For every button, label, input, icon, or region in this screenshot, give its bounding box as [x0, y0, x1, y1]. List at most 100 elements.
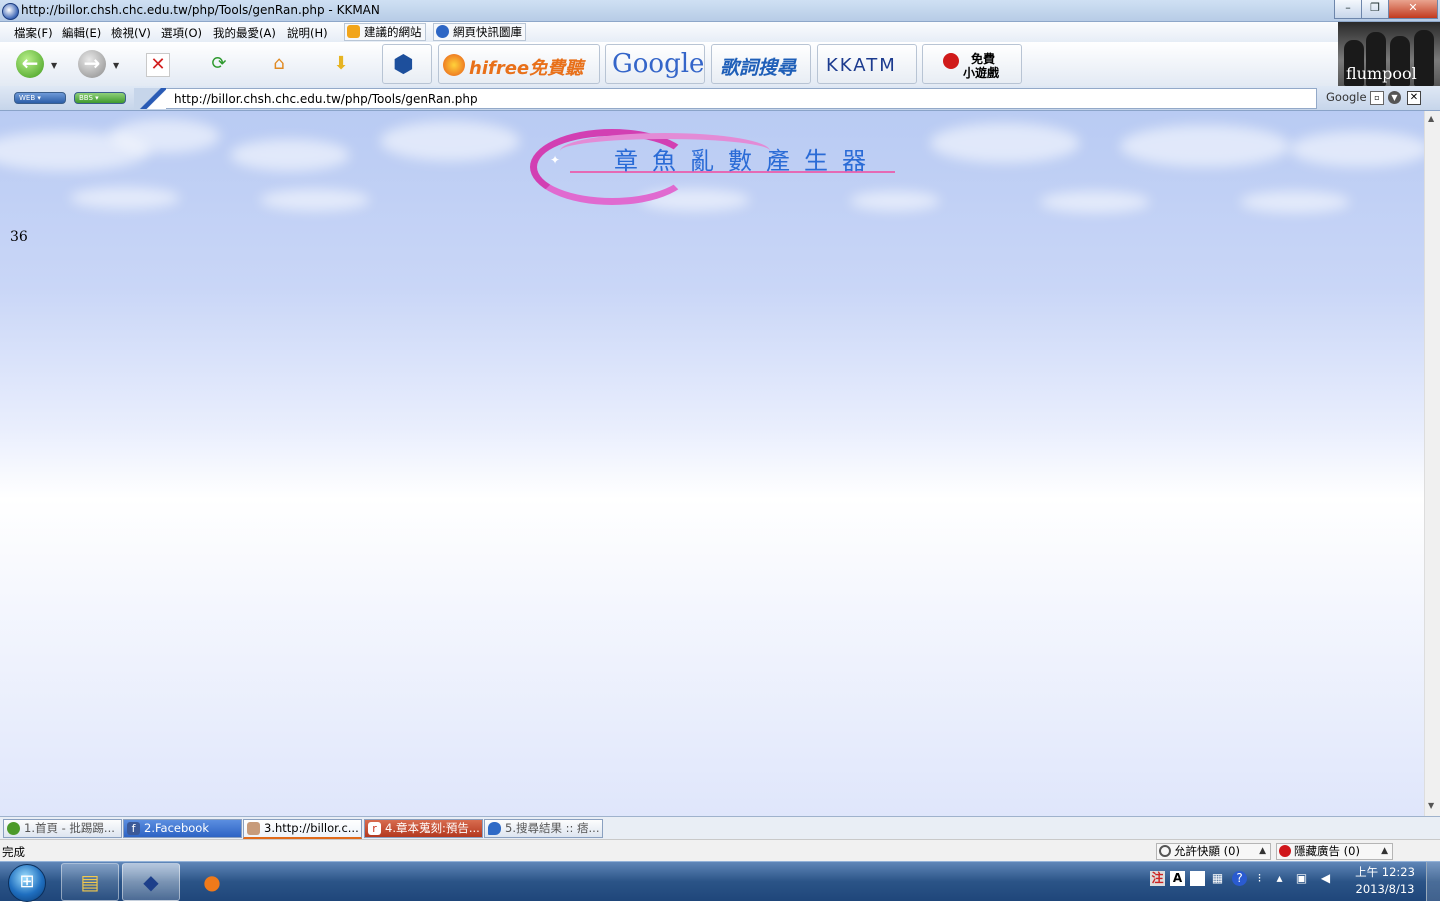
popup-blocker-label: 允許快顯 (0): [1174, 844, 1240, 858]
show-desktop-button[interactable]: [1426, 862, 1440, 901]
close-button[interactable]: ✕: [1388, 0, 1438, 19]
web-slice-gallery-link[interactable]: 網頁快訊圖庫: [433, 23, 526, 41]
suggested-sites-link[interactable]: 建議的網站: [344, 23, 426, 41]
scroll-down-icon[interactable]: ▼: [1428, 801, 1434, 810]
menu-bar: 檔案(F) 編輯(E) 檢視(V) 選項(O) 我的最愛(A) 說明(H) 建議…: [0, 22, 1338, 42]
tab-5[interactable]: 5.搜尋結果 :: 痞...: [484, 819, 603, 838]
toolbar: ← ▼ → ▼ ✕ ⟳ ⌂ ⬇ ⬢ hifree免費聽歌 Google 歌詞搜尋…: [0, 42, 1338, 86]
forward-button[interactable]: →: [78, 50, 106, 78]
free-games-banner[interactable]: 免費 小遊戲: [922, 44, 1022, 84]
ad-blocker-icon: [1279, 845, 1291, 857]
tab-1[interactable]: 1.首頁 - 批踢踢...: [3, 819, 122, 838]
volume-icon[interactable]: ◀: [1318, 871, 1333, 886]
refresh-button[interactable]: ⟳: [206, 51, 232, 77]
kkman-app-icon: [2, 3, 19, 20]
tab-favicon: [247, 822, 260, 835]
vertical-scrollbar[interactable]: ▲ ▼: [1424, 111, 1440, 816]
scroll-up-icon[interactable]: ▲: [1428, 114, 1434, 123]
taskbar-firefox[interactable]: ●: [183, 863, 241, 901]
help-icon[interactable]: ?: [1232, 871, 1247, 886]
random-number: 36: [10, 229, 28, 245]
cloud: [1040, 191, 1150, 213]
logo-title: 章魚亂數產生器: [614, 147, 880, 175]
restore-button[interactable]: ❐: [1361, 0, 1389, 19]
ads-menu-arrow-icon[interactable]: ▲: [1381, 844, 1388, 859]
ad-blocker-toggle[interactable]: 隱藏廣告 (0) ▲: [1276, 843, 1393, 860]
suggested-sites-icon: [347, 25, 360, 38]
cloud: [1120, 125, 1290, 167]
menu-edit[interactable]: 編輯(E): [62, 25, 101, 41]
popup-blocker-icon: [1159, 845, 1171, 857]
tab-favicon: [488, 822, 501, 835]
taskbar-kkman[interactable]: ◆: [122, 863, 180, 901]
address-bar-decoration: [134, 88, 168, 109]
hifree-banner[interactable]: hifree免費聽歌: [438, 44, 600, 84]
ime-settings-icon[interactable]: ▦: [1210, 871, 1225, 886]
tab-3[interactable]: 3.http://billor.c...: [243, 819, 362, 839]
bbs-mode-button[interactable]: BBS ▾: [74, 92, 126, 104]
web-slice-icon: [436, 25, 449, 38]
taskbar-explorer[interactable]: ▤: [61, 863, 119, 901]
kkman-cube-button[interactable]: ⬢: [382, 44, 432, 84]
ime-fullwidth-icon[interactable]: [1190, 871, 1205, 886]
home-button[interactable]: ⌂: [266, 51, 292, 77]
cloud: [380, 121, 520, 161]
forward-dropdown-icon[interactable]: ▼: [113, 61, 119, 70]
close-toolbar-icon[interactable]: ✕: [1407, 91, 1421, 105]
google-banner[interactable]: Google: [605, 44, 705, 84]
windows-logo-icon: ⊞: [19, 871, 35, 892]
cloud: [110, 119, 220, 153]
tab-label: 2.Facebook: [144, 821, 210, 835]
search-engine-label[interactable]: Google: [1326, 90, 1367, 104]
start-button[interactable]: ⊞: [8, 864, 46, 902]
menu-file[interactable]: 檔案(F): [14, 25, 53, 41]
tray-options-icon[interactable]: ⁝: [1252, 871, 1267, 886]
back-button[interactable]: ←: [16, 50, 44, 78]
tab-label: 4.章本蒐刻:預告...: [385, 821, 480, 835]
address-bar: WEB ▾ BBS ▾ http://billor.chsh.chc.edu.t…: [0, 86, 1440, 111]
forward-arrow-icon: →: [83, 51, 101, 75]
minimize-button[interactable]: –: [1334, 0, 1362, 19]
title-bar: http://billor.chsh.chc.edu.tw/php/Tools/…: [0, 0, 1440, 22]
google-logo: Google: [612, 49, 705, 79]
bbs-mode-label: BBS: [79, 94, 93, 102]
kkman-icon: ◆: [143, 870, 159, 894]
ad-blocker-label: 隱藏廣告 (0): [1294, 844, 1360, 858]
firefox-icon: ●: [203, 870, 221, 894]
kkatm-label: KKATM: [826, 55, 897, 76]
lyrics-search-banner[interactable]: 歌詞搜尋: [711, 44, 811, 84]
system-clock[interactable]: 上午 12:23 2013/8/13: [1352, 864, 1418, 898]
cloud: [930, 123, 1080, 163]
tab-4[interactable]: r 4.章本蒐刻:預告...: [364, 819, 483, 838]
tab-2[interactable]: f 2.Facebook: [123, 819, 242, 838]
cloud: [70, 187, 180, 209]
kkatm-banner[interactable]: KKATM: [817, 44, 917, 84]
tab-favicon: [7, 822, 20, 835]
show-hidden-icons[interactable]: ▴: [1272, 871, 1287, 886]
artist-skin-image: flumpool: [1338, 22, 1440, 86]
tab-label: 1.首頁 - 批踢踢...: [24, 821, 115, 835]
back-dropdown-icon[interactable]: ▼: [51, 61, 57, 70]
dropdown-circle-icon[interactable]: ▼: [1388, 91, 1401, 104]
stop-button[interactable]: ✕: [146, 53, 170, 77]
web-mode-button[interactable]: WEB ▾: [14, 92, 66, 104]
tab-label: 3.http://billor.c...: [264, 821, 359, 835]
ime-icon[interactable]: 注: [1150, 871, 1165, 886]
popup-blocker-toggle[interactable]: 允許快顯 (0) ▲: [1156, 843, 1271, 860]
popup-menu-arrow-icon[interactable]: ▲: [1259, 844, 1266, 859]
new-tab-icon[interactable]: ▫: [1370, 91, 1384, 105]
menu-favorites[interactable]: 我的最愛(A): [213, 25, 276, 41]
window-title: http://billor.chsh.chc.edu.tw/php/Tools/…: [21, 3, 380, 17]
menu-view[interactable]: 檢視(V): [111, 25, 151, 41]
network-icon[interactable]: ▣: [1294, 871, 1309, 886]
ime-mode-icon[interactable]: A: [1170, 871, 1185, 886]
url-input[interactable]: http://billor.chsh.chc.edu.tw/php/Tools/…: [166, 88, 1317, 109]
url-text: http://billor.chsh.chc.edu.tw/php/Tools/…: [174, 92, 478, 106]
folder-icon: ▤: [80, 870, 100, 894]
menu-options[interactable]: 選項(O): [161, 25, 202, 41]
page-content: ✦ 章魚亂數產生器 36: [0, 111, 1424, 816]
menu-help[interactable]: 說明(H): [287, 25, 328, 41]
download-button[interactable]: ⬇: [328, 51, 354, 77]
cloud: [1290, 131, 1424, 167]
cloud: [230, 139, 350, 171]
